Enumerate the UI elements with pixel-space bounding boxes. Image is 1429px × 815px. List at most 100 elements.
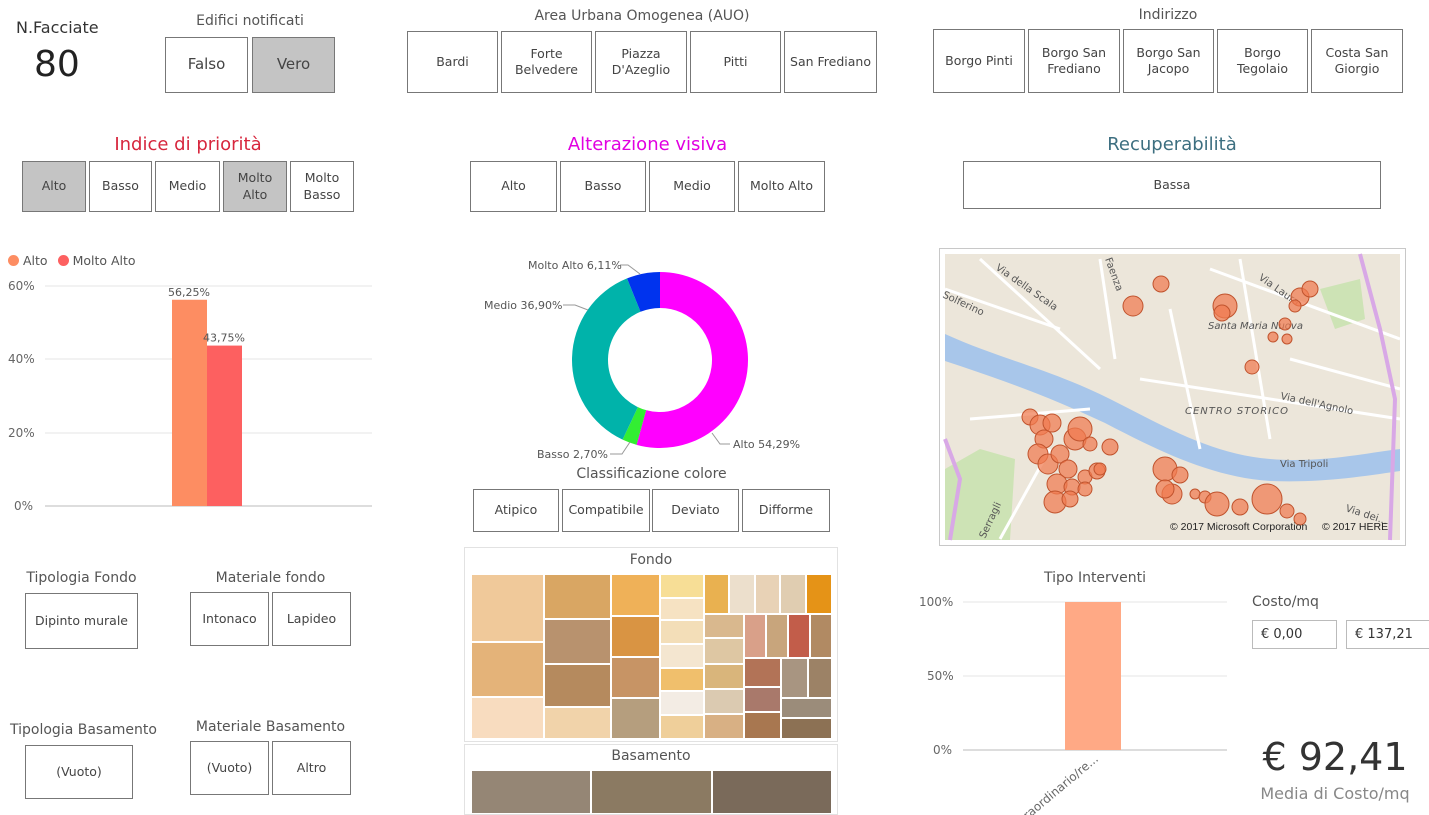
indirizzo-option-borgo-pinti[interactable]: Borgo Pinti <box>933 29 1025 93</box>
y-tick-label: 40% <box>8 352 35 366</box>
treemap-cell[interactable] <box>611 698 660 739</box>
treemap-cell[interactable] <box>729 574 755 614</box>
basamento-treemap-panel: Basamento <box>464 744 838 815</box>
treemap-cell[interactable] <box>744 614 766 658</box>
treemap-cell[interactable] <box>611 657 660 698</box>
indirizzo-option-borgo-tegolaio[interactable]: Borgo Tegolaio <box>1217 29 1308 93</box>
classificazione-option-deviato[interactable]: Deviato <box>652 489 739 532</box>
materiale-fondo-option-intonaco[interactable]: Intonaco <box>190 592 269 646</box>
auo-option-piazza-dazeglio[interactable]: Piazza D'Azeglio <box>595 31 687 93</box>
classificazione-option-difforme[interactable]: Difforme <box>742 489 830 532</box>
treemap-cell[interactable] <box>704 664 744 689</box>
treemap-cell[interactable] <box>544 619 611 664</box>
treemap-cell[interactable] <box>744 687 781 712</box>
map-copyright-microsoft: © 2017 Microsoft Corporation <box>1170 521 1307 533</box>
y-tick-label: 0% <box>933 743 952 757</box>
costo-max-input[interactable]: € 137,21 <box>1346 620 1429 649</box>
y-tick-label: 0% <box>14 499 33 513</box>
indirizzo-option-borgo-san-frediano[interactable]: Borgo San Frediano <box>1028 29 1120 93</box>
bar-molto-alto[interactable] <box>207 345 242 506</box>
treemap-cell[interactable] <box>704 714 744 739</box>
edifici-option-vero[interactable]: Vero <box>252 37 335 93</box>
treemap-cell[interactable] <box>704 614 744 638</box>
treemap-cell[interactable] <box>755 574 780 614</box>
fondo-treemap[interactable] <box>471 574 832 739</box>
treemap-cell[interactable] <box>744 712 781 739</box>
tipologia-fondo-title: Tipologia Fondo <box>26 570 137 586</box>
priorita-option-molto-basso[interactable]: Molto Basso <box>290 161 354 212</box>
treemap-cell[interactable] <box>660 715 704 739</box>
map-frame[interactable]: Via della Scala Faenza Solferino Via Lau… <box>939 248 1406 546</box>
tipologia-basamento-option-vuoto[interactable]: (Vuoto) <box>25 745 133 799</box>
treemap-cell[interactable] <box>660 668 704 691</box>
treemap-cell[interactable] <box>611 574 660 616</box>
priorita-option-basso[interactable]: Basso <box>89 161 152 212</box>
y-tick-label: 50% <box>927 669 954 683</box>
treemap-cell[interactable] <box>471 770 591 814</box>
recuperabilita-option-bassa[interactable]: Bassa <box>963 161 1381 209</box>
indirizzo-option-costa-san-giorgio[interactable]: Costa San Giorgio <box>1311 29 1403 93</box>
tipologia-fondo-option-dipinto-murale[interactable]: Dipinto murale <box>25 593 138 649</box>
auo-option-pitti[interactable]: Pitti <box>690 31 781 93</box>
treemap-cell[interactable] <box>766 614 788 658</box>
treemap-cell[interactable] <box>704 638 744 664</box>
edifici-option-falso[interactable]: Falso <box>165 37 248 93</box>
auo-option-forte-belvedere[interactable]: Forte Belvedere <box>501 31 592 93</box>
alterazione-option-alto[interactable]: Alto <box>470 161 557 212</box>
priorita-option-medio[interactable]: Medio <box>155 161 220 212</box>
priority-chart-legend: Alto Molto Alto <box>8 253 136 268</box>
treemap-cell[interactable] <box>781 718 832 739</box>
treemap-cell[interactable] <box>712 770 832 814</box>
treemap-cell[interactable] <box>471 697 544 739</box>
treemap-cell[interactable] <box>704 574 729 614</box>
leader-line <box>711 432 730 445</box>
treemap-cell[interactable] <box>611 616 660 657</box>
treemap-cell[interactable] <box>471 574 544 642</box>
materiale-fondo-option-lapideo[interactable]: Lapideo <box>272 592 351 646</box>
treemap-cell[interactable] <box>591 770 712 814</box>
treemap-cell[interactable] <box>660 598 704 620</box>
treemap-cell[interactable] <box>660 574 704 598</box>
treemap-cell[interactable] <box>544 574 611 619</box>
treemap-cell[interactable] <box>544 707 611 739</box>
treemap-cell[interactable] <box>781 698 832 718</box>
alterazione-option-basso[interactable]: Basso <box>560 161 646 212</box>
classificazione-option-compatibile[interactable]: Compatibile <box>562 489 650 532</box>
alterazione-option-molto-alto[interactable]: Molto Alto <box>738 161 825 212</box>
basamento-treemap[interactable] <box>471 770 832 814</box>
materiale-fondo-title: Materiale fondo <box>215 570 326 586</box>
treemap-cell[interactable] <box>471 642 544 697</box>
donut-slice-medio[interactable] <box>572 278 641 440</box>
legend-alto-label: Alto <box>23 253 48 268</box>
treemap-cell[interactable] <box>744 658 781 687</box>
leader-line <box>620 264 641 275</box>
priorita-option-alto[interactable]: Alto <box>22 161 86 212</box>
map-canvas[interactable]: Via della Scala Faenza Solferino Via Lau… <box>940 249 1404 544</box>
alterazione-option-medio[interactable]: Medio <box>649 161 735 212</box>
treemap-cell[interactable] <box>781 658 808 698</box>
legend-molto-alto-label: Molto Alto <box>72 253 136 268</box>
treemap-cell[interactable] <box>780 574 806 614</box>
treemap-cell[interactable] <box>660 644 704 668</box>
treemap-cell[interactable] <box>810 614 832 658</box>
indirizzo-option-borgo-san-jacopo[interactable]: Borgo San Jacopo <box>1123 29 1214 93</box>
auo-option-san-frediano[interactable]: San Frediano <box>784 31 877 93</box>
recuperabilita-title: Recuperabilità <box>1107 134 1237 155</box>
treemap-cell[interactable] <box>806 574 832 614</box>
costo-min-input[interactable]: € 0,00 <box>1252 620 1337 649</box>
auo-option-bardi[interactable]: Bardi <box>407 31 498 93</box>
materiale-basamento-option-vuoto[interactable]: (Vuoto) <box>190 741 269 795</box>
materiale-basamento-option-altro[interactable]: Altro <box>272 741 351 795</box>
treemap-cell[interactable] <box>788 614 810 658</box>
classificazione-option-atipico[interactable]: Atipico <box>473 489 559 532</box>
treemap-cell[interactable] <box>660 691 704 715</box>
donut-slices <box>572 272 748 448</box>
treemap-cell[interactable] <box>660 620 704 644</box>
priorita-title: Indice di priorità <box>114 134 262 155</box>
bar-alto[interactable] <box>172 299 207 506</box>
bar-straordinario[interactable] <box>1065 602 1121 750</box>
treemap-cell[interactable] <box>808 658 832 698</box>
priorita-option-molto-alto[interactable]: Molto Alto <box>223 161 287 212</box>
treemap-cell[interactable] <box>704 689 744 714</box>
treemap-cell[interactable] <box>544 664 611 707</box>
